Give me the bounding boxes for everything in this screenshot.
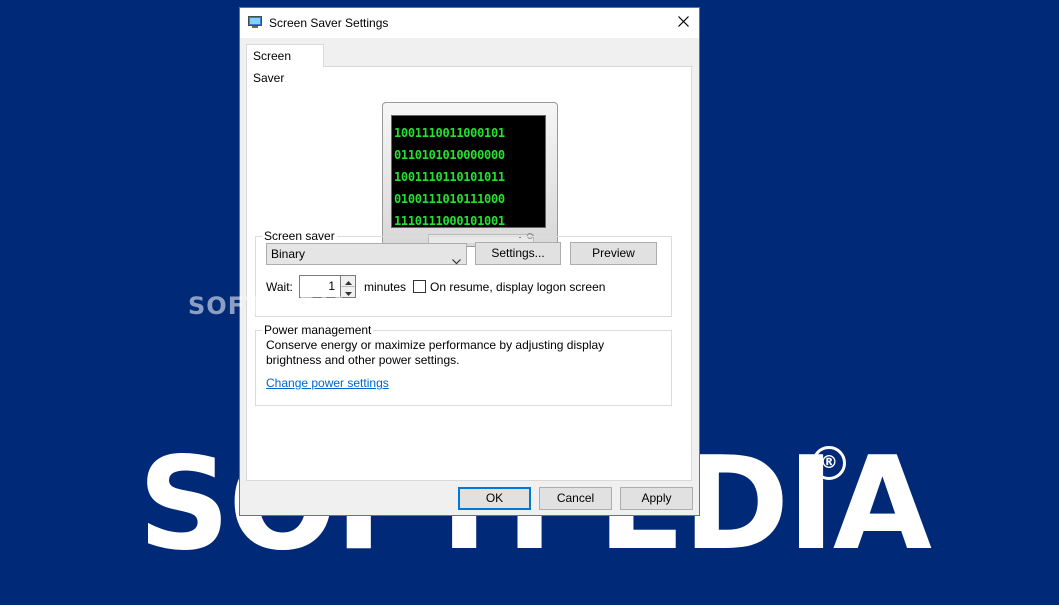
cancel-button[interactable]: Cancel <box>539 487 612 510</box>
chevron-down-icon <box>344 285 352 299</box>
tab-screen-saver[interactable]: Screen Saver <box>246 44 324 85</box>
power-management-description: Conserve energy or maximize performance … <box>266 338 605 367</box>
logon-screen-label[interactable]: On resume, display logon screen <box>430 280 605 294</box>
minutes-label: minutes <box>364 280 407 294</box>
binary-line: 0110101010000000 <box>394 148 505 162</box>
preview-screen: 1001110011000101 0110101010000000 100111… <box>391 115 546 228</box>
screen-saver-selected: Binary <box>271 247 306 261</box>
logon-screen-checkbox[interactable] <box>413 280 426 293</box>
ok-button[interactable]: OK <box>458 487 531 510</box>
wait-minutes-input[interactable]: 1 <box>299 275 341 298</box>
apply-button[interactable]: Apply <box>620 487 693 510</box>
screen-saver-settings-dialog: Screen Saver Settings Screen Saver 10011… <box>239 7 700 516</box>
screen-saver-icon <box>248 16 262 28</box>
screen-saver-legend: Screen saver <box>264 229 335 243</box>
binary-line: 0100111010111000 <box>394 192 505 206</box>
settings-button[interactable]: Settings... <box>475 242 561 265</box>
title-bar[interactable]: Screen Saver Settings <box>240 8 699 38</box>
close-icon <box>677 16 689 30</box>
dialog-title: Screen Saver Settings <box>269 16 389 30</box>
chevron-down-icon <box>452 251 461 265</box>
wait-minutes-stepper <box>341 275 356 298</box>
stepper-down-button[interactable] <box>341 287 355 297</box>
power-management-legend: Power management <box>264 323 372 337</box>
wait-label: Wait: <box>266 280 293 294</box>
preview-monitor: 1001110011000101 0110101010000000 100111… <box>382 102 558 247</box>
close-button[interactable] <box>667 8 699 38</box>
registered-mark: ® <box>812 446 846 480</box>
binary-line: 1001110011000101 <box>394 126 505 140</box>
binary-line: 1001110110101011 <box>394 170 505 184</box>
screen-saver-select[interactable]: Binary <box>266 243 467 265</box>
change-power-settings-link[interactable]: Change power settings <box>266 376 389 390</box>
preview-button[interactable]: Preview <box>570 242 657 265</box>
